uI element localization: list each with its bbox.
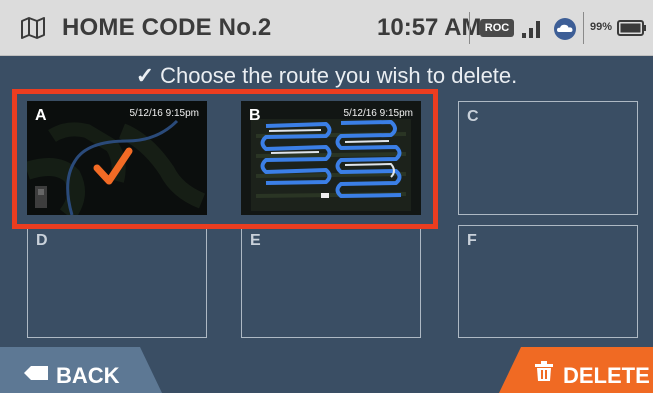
delete-route-screen: HOME CODE No.2 10:57 AM ROC 99% ✓ Choose … bbox=[0, 0, 653, 393]
cloud-sync-icon bbox=[554, 18, 576, 40]
back-label: BACK bbox=[56, 363, 120, 388]
battery-icon bbox=[617, 20, 646, 36]
route-letter: F bbox=[467, 232, 477, 249]
route-letter: C bbox=[467, 108, 479, 125]
divider bbox=[583, 12, 584, 44]
roc-badge: ROC bbox=[480, 19, 514, 37]
route-letter: D bbox=[36, 232, 48, 249]
route-card-c[interactable]: C bbox=[458, 101, 638, 215]
signal-bars-icon bbox=[522, 21, 540, 38]
map-icon bbox=[21, 17, 45, 39]
selection-highlight bbox=[12, 89, 438, 229]
route-card-f[interactable]: F bbox=[458, 225, 638, 338]
route-letter: E bbox=[250, 232, 261, 249]
back-arrow-icon bbox=[24, 366, 48, 380]
trash-icon bbox=[535, 361, 553, 381]
divider bbox=[469, 12, 470, 44]
route-card-e[interactable]: E bbox=[241, 225, 421, 338]
status-bar: HOME CODE No.2 10:57 AM ROC 99% bbox=[0, 0, 653, 56]
battery-percent: 99% bbox=[590, 21, 613, 33]
delete-label: DELETE bbox=[563, 363, 650, 388]
instruction-label: Choose the route you wish to delete. bbox=[160, 63, 518, 88]
page-title: HOME CODE No.2 bbox=[62, 14, 272, 41]
clock: 10:57 AM bbox=[377, 14, 482, 41]
check-icon: ✓ bbox=[135, 63, 155, 88]
route-card-d[interactable]: D bbox=[27, 225, 207, 338]
